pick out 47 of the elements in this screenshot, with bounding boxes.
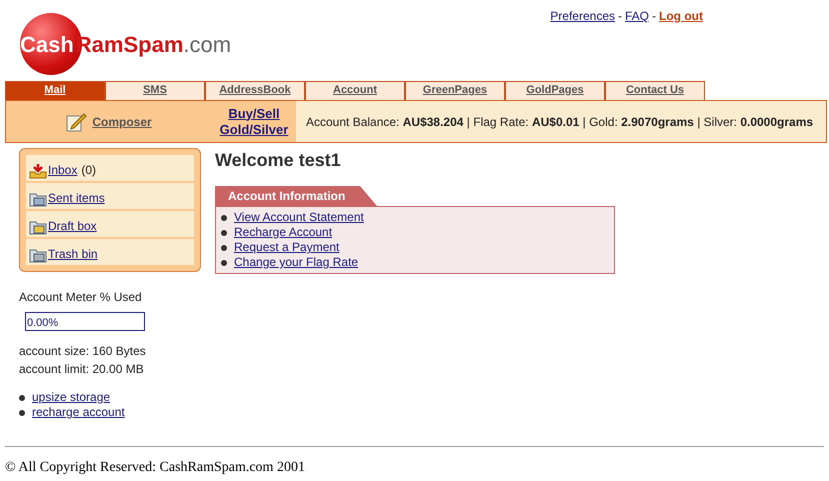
nav-tab[interactable]: Mail [5, 81, 105, 100]
nav-tab[interactable]: Account [305, 81, 405, 100]
nav-tab[interactable]: GreenPages [405, 81, 505, 100]
folder-item[interactable]: Inbox (0) [26, 155, 194, 181]
separator: - [618, 8, 622, 25]
footer-text: © All Copyright Reserved: CashRamSpam.com 2001 [4, 459, 306, 477]
top-link[interactable]: FAQ [625, 7, 650, 81]
trash-folder-icon [29, 247, 47, 263]
account-size: account size: 160 Bytes [19, 343, 147, 360]
sent-folder-icon [29, 191, 47, 207]
info-link[interactable]: Request a Payment [234, 240, 340, 255]
nav-tab[interactable]: GoldPages [505, 81, 605, 100]
top-link[interactable]: Preferences [550, 7, 615, 81]
top-link[interactable]: Log out [659, 7, 703, 81]
info-link[interactable]: Recharge Account [234, 225, 332, 240]
nav-tab[interactable]: AddressBook [205, 81, 305, 100]
balance-text: Account Balance: AU$38.204 | Flag Rate: AU$0.01 | Gold: 2.9070grams | Silver: 0.0000grams [306, 114, 814, 130]
folder-link[interactable]: Draft box [48, 217, 97, 235]
compose-icon [66, 112, 88, 132]
info-link[interactable]: Change your Flag Rate [234, 255, 358, 270]
folder-item[interactable]: Sent items [26, 183, 194, 209]
composer-link[interactable]: Composer [92, 112, 152, 130]
meter-reading: 0.00% [26, 317, 58, 329]
draft-folder-icon [29, 219, 47, 235]
folder-item[interactable]: Trash bin [26, 239, 194, 265]
meter-title: Account Meter % Used [19, 289, 143, 306]
bullet-icon [19, 394, 25, 400]
side-link[interactable]: recharge account [32, 405, 125, 420]
bullet-icon [19, 410, 25, 416]
folder-count: (0) [81, 162, 96, 179]
account-limit: account limit: 20.00 MB [19, 361, 145, 378]
folder-link[interactable]: Inbox [48, 161, 78, 179]
folder-item[interactable]: Draft box [26, 211, 194, 237]
folder-link[interactable]: Trash bin [48, 245, 98, 263]
nav-tab[interactable]: Contact Us [605, 81, 705, 100]
nav-tab[interactable]: SMS [105, 81, 205, 100]
folder-link[interactable]: Sent items [48, 189, 105, 207]
bullet-icon [221, 244, 227, 250]
bullet-icon [221, 260, 227, 266]
bullet-icon [221, 230, 227, 236]
side-link[interactable]: upsize storage [32, 390, 110, 405]
buy-sell-link[interactable]: Buy/Sell Gold/Silver [212, 106, 296, 138]
separator: - [652, 8, 656, 25]
inbox-tray-icon [29, 163, 47, 179]
welcome-heading: Welcome test1 [215, 149, 342, 171]
bullet-icon [221, 214, 227, 220]
info-link[interactable]: View Account Statement [234, 210, 364, 225]
